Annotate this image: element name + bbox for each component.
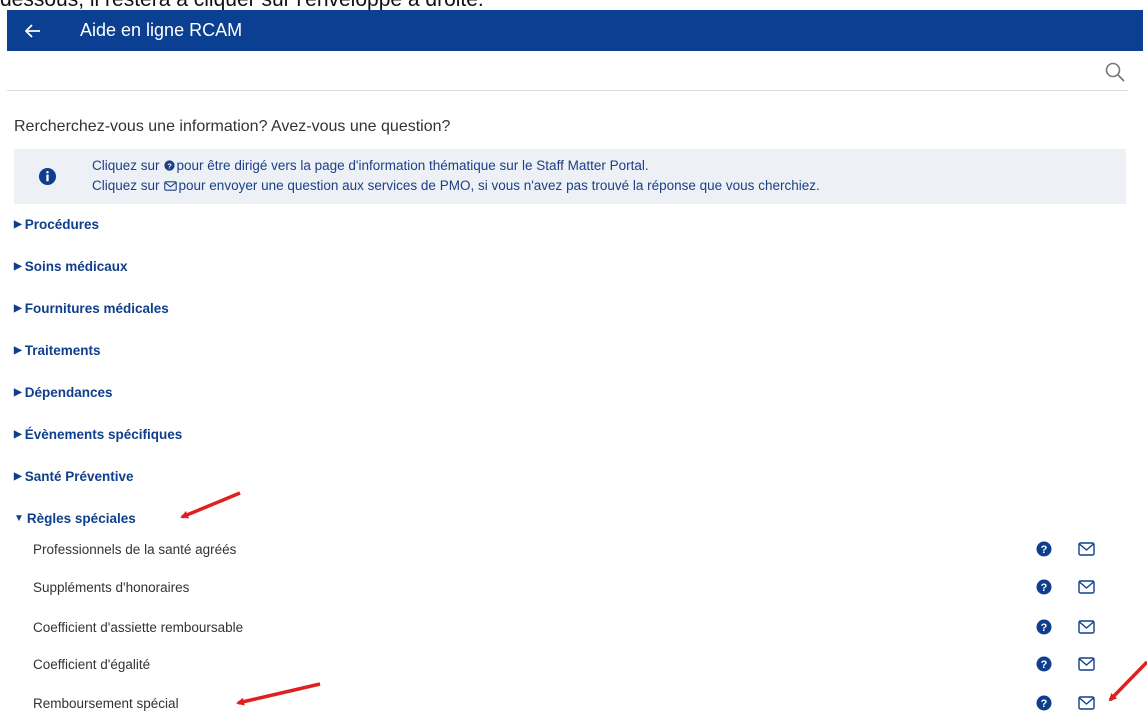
search-button[interactable] — [1104, 61, 1126, 83]
question-mark-icon[interactable]: ? — [1036, 541, 1052, 557]
envelope-icon[interactable] — [1078, 696, 1095, 710]
triangle-right-icon: ▶ — [14, 261, 22, 272]
subitem-label: Coefficient d'assiette remboursable — [33, 619, 244, 635]
category-label: Fournitures médicales — [24, 301, 169, 316]
question-heading: Rercherchez-vous une information? Avez-v… — [14, 118, 451, 135]
triangle-right-icon: ▶ — [14, 429, 22, 440]
app-header: Aide en ligne RCAM — [7, 10, 1143, 51]
question-mark-icon[interactable]: ? — [1036, 579, 1052, 595]
triangle-right-icon: ▶ — [14, 387, 22, 398]
search-icon — [1105, 62, 1125, 82]
category-label: Règles spéciales — [26, 511, 136, 526]
envelope-icon[interactable] — [1078, 542, 1095, 556]
info-line-mail-prefix: Cliquez sur — [92, 178, 160, 193]
category-label: Santé Préventive — [24, 469, 134, 484]
back-button[interactable] — [18, 16, 48, 46]
svg-text:?: ? — [1041, 582, 1048, 594]
triangle-right-icon: ▶ — [14, 471, 22, 482]
category-dependances[interactable]: ▶ Dépendances — [14, 385, 113, 400]
category-procedures[interactable]: ▶ Procédures — [14, 217, 99, 232]
subitem-label: Suppléments d'honoraires — [33, 579, 190, 595]
svg-text:?: ? — [167, 161, 172, 170]
category-label: Dépendances — [24, 385, 113, 400]
category-label: Soins médicaux — [24, 259, 128, 274]
search-bar — [7, 51, 1128, 91]
arrow-left-icon — [25, 23, 40, 38]
envelope-icon — [163, 180, 177, 191]
triangle-right-icon: ▶ — [14, 219, 22, 230]
question-mark-icon[interactable]: ? — [1036, 656, 1052, 672]
category-regles-speciales[interactable]: ▼ Règles spéciales — [14, 511, 136, 526]
svg-text:?: ? — [1041, 622, 1048, 634]
subitem-professionnels-sante-agrees[interactable]: Professionnels de la santé agréés ? — [33, 538, 1113, 560]
info-line-help-suffix: pour être dirigé vers la page d'informat… — [176, 158, 649, 173]
svg-text:?: ? — [1041, 698, 1048, 710]
category-label: Évènements spécifiques — [24, 427, 183, 442]
subitem-label: Remboursement spécial — [33, 695, 179, 711]
envelope-icon[interactable] — [1078, 580, 1095, 594]
category-evenements-specifiques[interactable]: ▶ Évènements spécifiques — [14, 427, 182, 442]
info-box: Cliquez sur ? pour être dirigé vers la p… — [14, 149, 1126, 204]
svg-text:?: ? — [1041, 659, 1048, 671]
info-icon — [38, 167, 57, 186]
subitem-coefficient-assiette-remboursable[interactable]: Coefficient d'assiette remboursable ? — [33, 616, 1113, 638]
category-fournitures-medicales[interactable]: ▶ Fournitures médicales — [14, 301, 169, 316]
subitem-remboursement-special[interactable]: Remboursement spécial ? — [33, 692, 1113, 714]
question-mark-icon: ? — [163, 160, 175, 171]
category-traitements[interactable]: ▶ Traitements — [14, 343, 100, 358]
triangle-right-icon: ▶ — [14, 345, 22, 356]
category-soins-medicaux[interactable]: ▶ Soins médicaux — [14, 259, 128, 274]
annotation-arrow-regles — [180, 491, 241, 519]
category-label: Traitements — [24, 343, 101, 358]
subitem-coefficient-egalite[interactable]: Coefficient d'égalité ? — [33, 653, 1113, 675]
annotation-arrow-envelope — [1108, 660, 1147, 702]
subitem-label: Coefficient d'égalité — [33, 656, 151, 672]
info-line-mail-suffix: pour envoyer une question aux services d… — [178, 178, 820, 193]
info-line-help: Cliquez sur ? pour être dirigé vers la p… — [92, 158, 649, 173]
info-line-help-prefix: Cliquez sur — [92, 158, 160, 173]
annotation-arrows — [180, 491, 1147, 706]
envelope-icon[interactable] — [1078, 620, 1095, 634]
question-mark-icon[interactable]: ? — [1036, 619, 1052, 635]
triangle-down-icon: ▼ — [14, 513, 24, 524]
category-sante-preventive[interactable]: ▶ Santé Préventive — [14, 469, 134, 484]
app-title: Aide en ligne RCAM — [80, 20, 243, 40]
svg-text:?: ? — [1041, 544, 1048, 556]
envelope-icon[interactable] — [1078, 657, 1095, 671]
subitem-label: Professionnels de la santé agréés — [33, 541, 237, 557]
triangle-right-icon: ▶ — [14, 303, 22, 314]
question-mark-icon[interactable]: ? — [1036, 695, 1052, 711]
category-label: Procédures — [24, 217, 99, 232]
info-line-mail: Cliquez sur pour envoyer une question au… — [92, 178, 820, 193]
subitem-supplements-honoraires[interactable]: Suppléments d'honoraires ? — [33, 576, 1113, 598]
